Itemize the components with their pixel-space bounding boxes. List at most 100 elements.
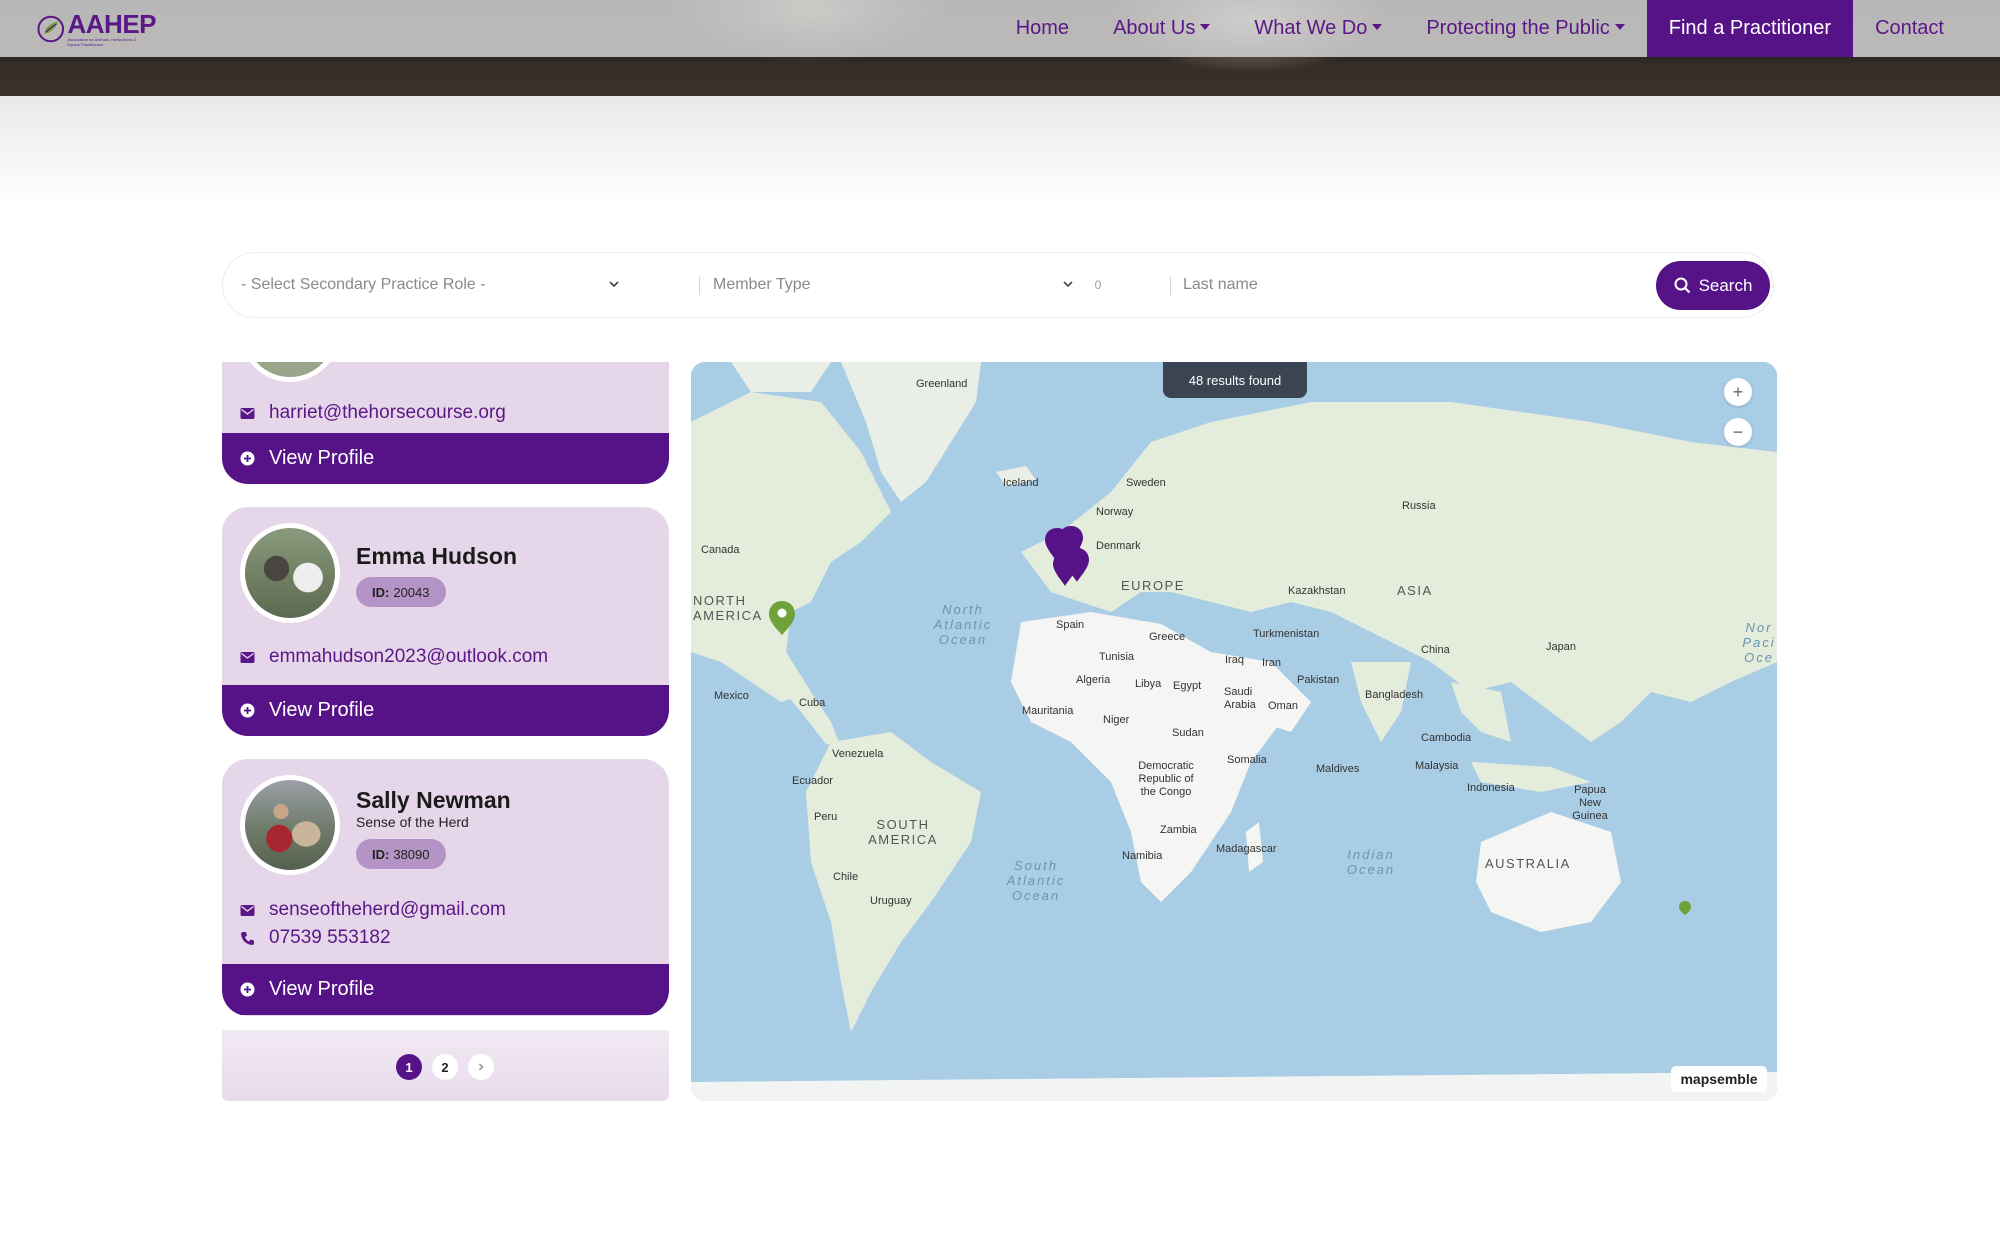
id-badge: ID: 20043 [356, 577, 446, 607]
avatar[interactable] [240, 523, 340, 623]
email-link[interactable]: emmahudson2023@outlook.com [240, 646, 548, 668]
envelope-icon [240, 407, 255, 419]
marker-cluster-uk[interactable] [1043, 526, 1113, 598]
avatar [240, 362, 340, 382]
practitioner-card: harriet@thehorsecourse.org View Profile [222, 362, 669, 484]
plus-circle-icon [240, 703, 255, 718]
logo-wordmark: AAHEP [67, 9, 156, 39]
id-label: ID: [372, 846, 390, 862]
practitioner-organisation: Sense of the Herd [356, 814, 469, 830]
view-profile-button[interactable]: View Profile [222, 685, 669, 736]
map-label: Norway [1096, 506, 1134, 518]
map-label: China [1421, 644, 1450, 656]
caret-down-icon [1200, 23, 1211, 30]
nav-home[interactable]: Home [994, 0, 1091, 57]
logo-leaf-icon [37, 15, 65, 43]
caret-down-icon [1614, 23, 1625, 30]
id-label: ID: [372, 584, 390, 600]
map-label: NORTH AMERICA [693, 593, 763, 623]
map-label: South Atlantic Ocean [1006, 858, 1066, 903]
plus-circle-icon [240, 451, 255, 466]
map-label: SOUTH AMERICA [868, 817, 938, 847]
view-profile-label: View Profile [269, 978, 375, 1000]
main-nav: Home About Us What We Do Protecting the … [994, 0, 2000, 57]
map-label: Libya [1135, 678, 1162, 690]
map-label: Mauritania [1022, 705, 1074, 717]
map-label: North Atlantic Ocean [933, 602, 993, 647]
zoom-in-button[interactable]: + [1724, 378, 1752, 406]
next-page-button[interactable] [468, 1054, 494, 1080]
email-link[interactable]: senseoftheherd@gmail.com [240, 899, 506, 921]
practitioner-card: Emma Hudson ID: 20043 emmahudson2023@outl… [222, 507, 669, 736]
envelope-icon [240, 904, 255, 916]
map-label: Peru [814, 811, 838, 823]
map-label: Algeria [1076, 674, 1111, 686]
map-label: Chile [833, 871, 859, 883]
map-label: Zambia [1160, 824, 1197, 836]
practitioner-name[interactable]: Sally Newman [356, 787, 511, 814]
map-label: Democratic Republic of the Congo [1138, 760, 1194, 798]
world-map [691, 362, 1777, 1101]
email-text: senseoftheherd@gmail.com [269, 899, 506, 920]
map-label: Saudi Arabia [1224, 686, 1256, 711]
map-label: Madagascar [1216, 843, 1277, 855]
map-label: Malaysia [1415, 760, 1459, 772]
avatar[interactable] [240, 775, 340, 875]
search-bar: - Select Secondary Practice Role - Membe… [222, 252, 1774, 318]
map-marker-usa[interactable] [767, 600, 797, 636]
nav-contact[interactable]: Contact [1853, 0, 2000, 57]
email-text: emmahudson2023@outlook.com [269, 646, 549, 667]
view-profile-label: View Profile [269, 447, 375, 469]
email-link[interactable]: harriet@thehorsecourse.org [240, 402, 506, 424]
nav-what-we-do[interactable]: What We Do [1232, 0, 1404, 57]
map-label: Iran [1262, 657, 1281, 669]
map-label: Nor Paci Oce [1742, 620, 1776, 665]
map-label: Indian Ocean [1346, 847, 1396, 877]
zoom-out-button[interactable]: − [1724, 418, 1752, 446]
last-name-input[interactable]: Last name [1183, 253, 1543, 317]
search-button[interactable]: Search [1656, 261, 1770, 310]
map-label: Indonesia [1467, 782, 1515, 794]
nav-what-we-do-label: What We Do [1254, 17, 1368, 39]
map-label: Venezuela [832, 748, 884, 760]
view-profile-button[interactable]: View Profile [222, 964, 669, 1015]
nav-about-us[interactable]: About Us [1091, 0, 1232, 57]
envelope-icon [240, 651, 255, 663]
page-1-button[interactable]: 1 [396, 1054, 422, 1080]
search-icon [1674, 277, 1690, 294]
practitioner-map[interactable]: 48 results found + − Greenland Iceland S… [691, 362, 1777, 1101]
site-logo[interactable]: AAHEP Association for Animals, Horticult… [36, 8, 156, 50]
map-label: Japan [1546, 641, 1576, 653]
map-label: Greece [1149, 631, 1186, 643]
search-button-label: Search [1698, 275, 1753, 295]
mapsemble-brand[interactable]: mapsemble [1671, 1066, 1767, 1092]
practitioner-name[interactable]: Emma Hudson [356, 543, 517, 570]
map-label: ASIA [1397, 583, 1433, 598]
logo-subtitle: Association for Animals, Horticultural &… [67, 37, 137, 47]
map-label: Somalia [1227, 754, 1267, 766]
nav-find-a-practitioner[interactable]: Find a Practitioner [1646, 0, 1854, 57]
chevron-down-icon[interactable] [1061, 277, 1075, 291]
phone-link[interactable]: 07539 553182 [240, 927, 391, 949]
member-type-select[interactable]: Member Type [713, 253, 1093, 317]
view-profile-label: View Profile [269, 699, 375, 721]
map-label: Niger [1103, 714, 1130, 726]
map-label: Sudan [1172, 727, 1204, 739]
member-type-placeholder: Member Type [713, 276, 811, 293]
hero-fade [0, 96, 2000, 206]
map-label: Tunisia [1099, 651, 1135, 663]
nav-find-label: Find a Practitioner [1668, 17, 1832, 39]
map-label: Iceland [1003, 477, 1039, 489]
map-label: Greenland [916, 378, 968, 390]
secondary-role-placeholder: - Select Secondary Practice Role - [241, 276, 486, 293]
map-label: Cuba [799, 697, 826, 709]
nav-protecting-the-public[interactable]: Protecting the Public [1404, 0, 1646, 57]
map-label: Egypt [1173, 680, 1202, 692]
map-marker-nz[interactable] [1678, 900, 1692, 916]
map-label: Canada [701, 544, 740, 556]
view-profile-button[interactable]: View Profile [222, 433, 669, 484]
page-2-button[interactable]: 2 [432, 1054, 458, 1080]
map-label: Mexico [714, 690, 749, 702]
nav-home-label: Home [1015, 17, 1070, 39]
chevron-down-icon[interactable] [607, 277, 621, 291]
